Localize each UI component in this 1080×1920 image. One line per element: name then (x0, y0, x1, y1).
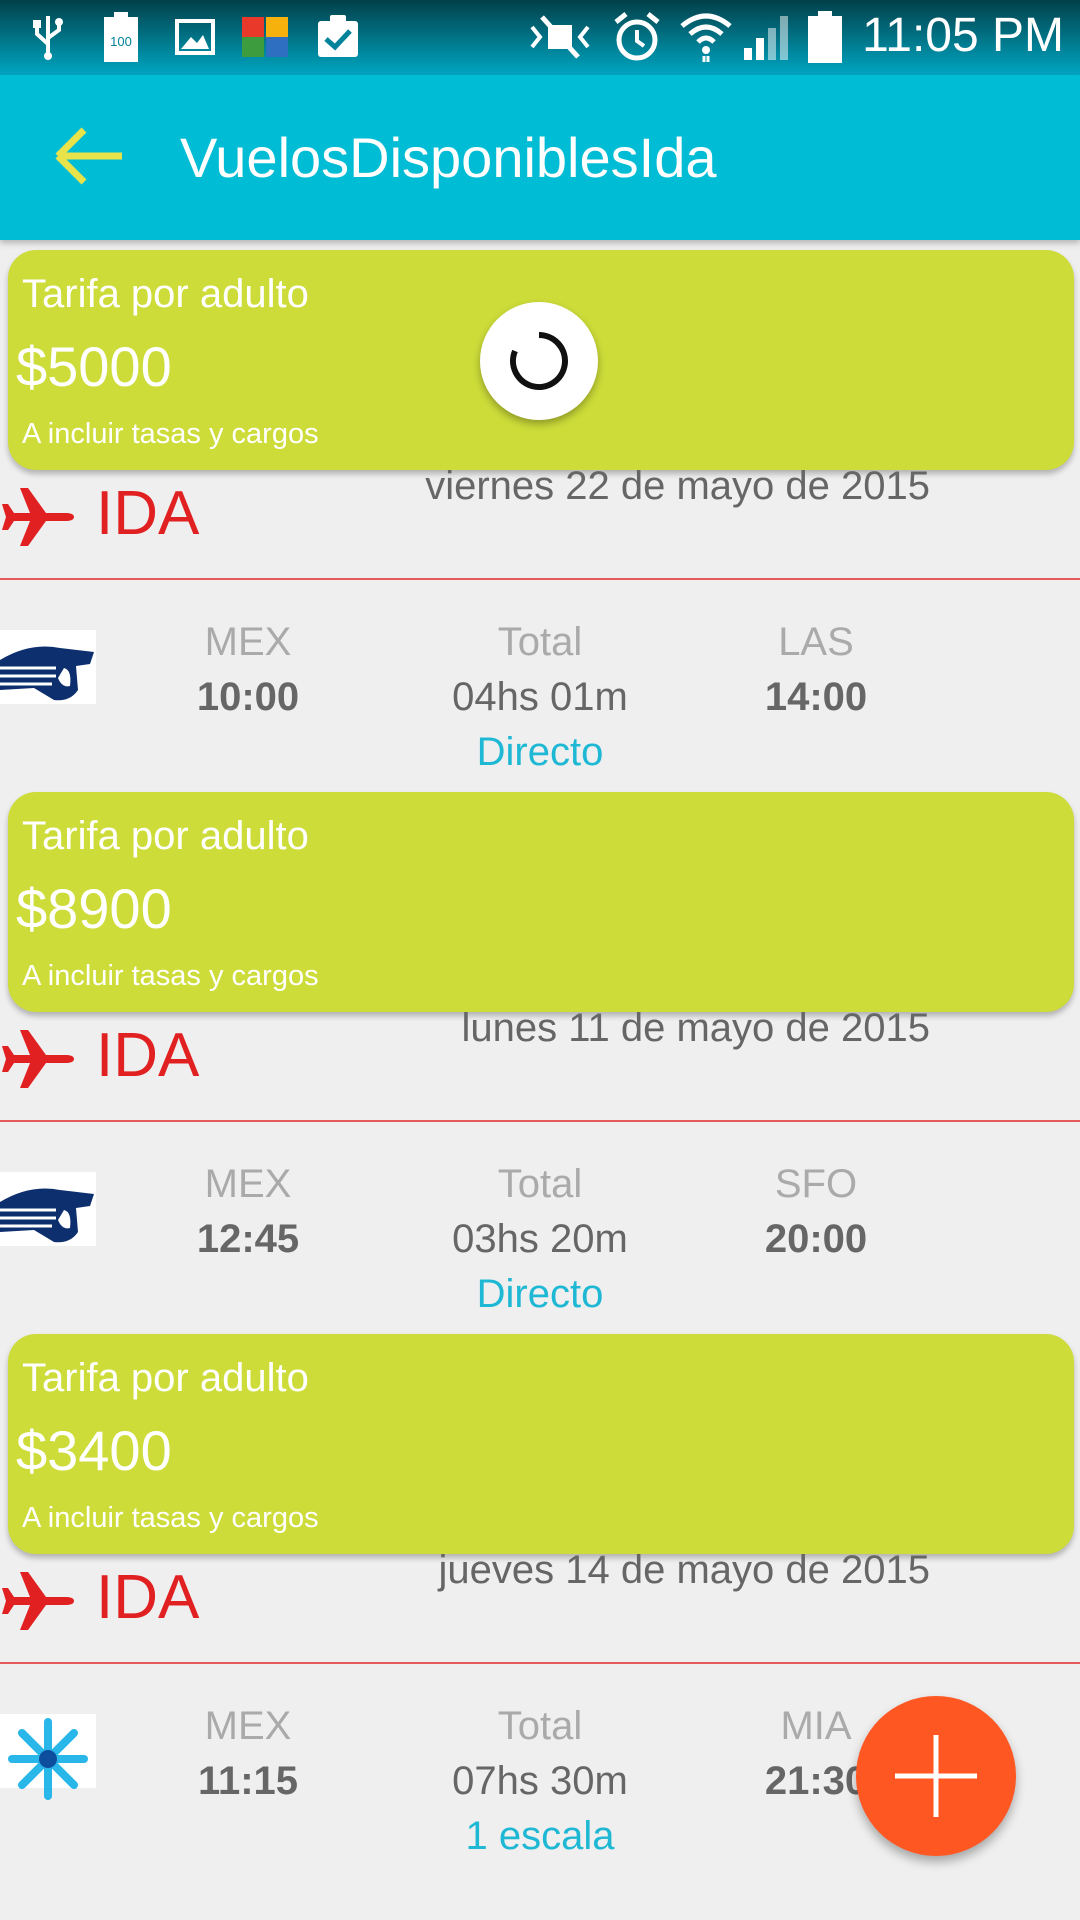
interjet-logo (0, 1714, 96, 1800)
add-fab-button[interactable] (856, 1696, 1016, 1856)
direction-header: IDA lunes 11 de mayo de 2015 (0, 1002, 1080, 1122)
alarm-icon (612, 12, 662, 61)
direction-header: IDA viernes 22 de mayo de 2015 (0, 460, 1080, 580)
battery-full-icon (808, 11, 842, 63)
aeromexico-logo (0, 630, 96, 704)
flight-row[interactable]: MEX 12:45 Total 03hs 20m SFO 20:00 Direc… (0, 1132, 1080, 1322)
signal-icon (742, 14, 790, 60)
flight-row[interactable]: MEX 10:00 Total 04hs 01m LAS 14:00 Direc… (0, 590, 1080, 780)
departure-time: 11:15 (197, 1759, 299, 1803)
origin-code: MEX (204, 1162, 292, 1206)
fare-price: $5000 (16, 335, 172, 398)
stops-label: Directo (476, 730, 604, 774)
arrow-back-icon[interactable] (52, 121, 132, 191)
total-label: Total (497, 1704, 583, 1748)
flight-duration: 07hs 30m (452, 1759, 628, 1803)
mute-icon (528, 14, 592, 60)
usb-icon (28, 14, 68, 60)
fare-label: Tarifa por adulto (22, 814, 309, 858)
direction-label: IDA (96, 479, 200, 548)
destination-code: SFO (774, 1162, 858, 1206)
origin-code: MEX (204, 620, 292, 664)
airplane-icon (0, 1568, 76, 1634)
plus-icon (895, 1735, 977, 1817)
total-label: Total (497, 1162, 583, 1206)
direction-label: IDA (96, 1563, 200, 1632)
flight-date: jueves 14 de mayo de 2015 (438, 1548, 930, 1592)
divider (0, 578, 1080, 580)
flight-date: viernes 22 de mayo de 2015 (425, 464, 930, 508)
stops-label: Directo (476, 1272, 604, 1316)
status-bar: 100 11:05 PM (0, 0, 1080, 75)
airplane-icon (0, 1026, 76, 1092)
page-title: VuelosDisponiblesIda (180, 126, 717, 189)
fare-note: A incluir tasas y cargos (22, 418, 319, 450)
arrival-time: 14:00 (764, 675, 868, 719)
fare-label: Tarifa por adulto (22, 272, 309, 316)
fare-note: A incluir tasas y cargos (22, 960, 319, 992)
fare-card[interactable]: Tarifa por adulto $8900 A incluir tasas … (8, 792, 1074, 1012)
direction-header: IDA jueves 14 de mayo de 2015 (0, 1544, 1080, 1664)
aeromexico-logo (0, 1172, 96, 1246)
avg-icon (240, 14, 290, 60)
arrival-time: 20:00 (764, 1217, 868, 1261)
departure-time: 10:00 (196, 675, 300, 719)
destination-code: LAS (778, 620, 854, 664)
airplane-icon (0, 484, 76, 550)
app-bar: VuelosDisponiblesIda (0, 75, 1080, 240)
fare-price: $3400 (16, 1419, 172, 1482)
departure-time: 12:45 (196, 1217, 300, 1261)
direction-label: IDA (96, 1021, 200, 1090)
flight-duration: 03hs 20m (452, 1217, 628, 1261)
fare-card[interactable]: Tarifa por adulto $3400 A incluir tasas … (8, 1334, 1074, 1554)
fare-price: $8900 (16, 877, 172, 940)
divider (0, 1662, 1080, 1664)
fare-label: Tarifa por adulto (22, 1356, 309, 1400)
svg-text:100: 100 (110, 34, 132, 49)
image-icon (175, 14, 215, 60)
flight-duration: 04hs 01m (452, 675, 628, 719)
flight-date: lunes 11 de mayo de 2015 (461, 1006, 931, 1050)
total-label: Total (497, 620, 583, 664)
loading-spinner (480, 302, 598, 420)
origin-code: MEX (204, 1704, 292, 1748)
fare-note: A incluir tasas y cargos (22, 1502, 319, 1534)
clipboard-check-icon (316, 14, 360, 60)
wifi-icon (680, 13, 732, 62)
status-time: 11:05 PM (862, 9, 1064, 62)
divider (0, 1120, 1080, 1122)
battery-icon: 100 (104, 12, 138, 62)
